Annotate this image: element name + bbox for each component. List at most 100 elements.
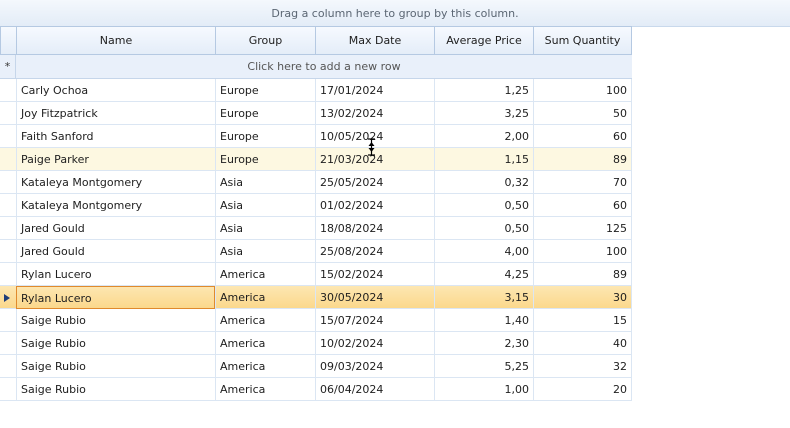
cell-max-date[interactable]: 09/03/2024 <box>315 355 434 378</box>
table-row[interactable]: Kataleya Montgomery Asia 25/05/2024 0,32 70 <box>0 171 632 194</box>
cell-average-price[interactable]: 4,25 <box>434 263 533 286</box>
cell-max-date[interactable]: 15/07/2024 <box>315 309 434 332</box>
row-indicator[interactable] <box>0 378 16 401</box>
row-indicator[interactable] <box>0 355 16 378</box>
cell-group[interactable]: Asia <box>215 194 315 217</box>
cell-name[interactable]: Kataleya Montgomery <box>16 194 215 217</box>
row-indicator[interactable] <box>0 240 16 263</box>
cell-group[interactable]: America <box>215 286 315 309</box>
cell-average-price[interactable]: 1,40 <box>434 309 533 332</box>
cell-group[interactable]: America <box>215 355 315 378</box>
cell-sum-quantity[interactable]: 89 <box>533 148 632 171</box>
row-indicator[interactable] <box>0 309 16 332</box>
table-row[interactable]: Saige Rubio America 09/03/2024 5,25 32 <box>0 355 632 378</box>
cell-average-price[interactable]: 2,30 <box>434 332 533 355</box>
cell-max-date[interactable]: 13/02/2024 <box>315 102 434 125</box>
cell-max-date[interactable]: 06/04/2024 <box>315 378 434 401</box>
cell-sum-quantity[interactable]: 100 <box>533 240 632 263</box>
table-row[interactable]: Paige Parker Europe 21/03/2024 1,15 89 <box>0 148 632 171</box>
row-indicator[interactable] <box>0 148 16 171</box>
table-row[interactable]: Saige Rubio America 06/04/2024 1,00 20 <box>0 378 632 401</box>
cell-sum-quantity[interactable]: 50 <box>533 102 632 125</box>
cell-sum-quantity[interactable]: 89 <box>533 263 632 286</box>
cell-max-date[interactable]: 25/08/2024 <box>315 240 434 263</box>
cell-sum-quantity[interactable]: 125 <box>533 217 632 240</box>
cell-max-date[interactable]: 15/02/2024 <box>315 263 434 286</box>
cell-average-price[interactable]: 2,00 <box>434 125 533 148</box>
row-indicator[interactable] <box>0 332 16 355</box>
cell-average-price[interactable]: 1,00 <box>434 378 533 401</box>
table-row[interactable]: Rylan Lucero America 30/05/2024 3,15 30 <box>0 286 632 309</box>
cell-sum-quantity[interactable]: 30 <box>533 286 632 309</box>
cell-sum-quantity[interactable]: 32 <box>533 355 632 378</box>
table-row[interactable]: Jared Gould Asia 18/08/2024 0,50 125 <box>0 217 632 240</box>
cell-average-price[interactable]: 3,25 <box>434 102 533 125</box>
cell-group[interactable]: America <box>215 332 315 355</box>
cell-name[interactable]: Saige Rubio <box>16 355 215 378</box>
cell-name[interactable]: Jared Gould <box>16 240 215 263</box>
table-row[interactable]: Jared Gould Asia 25/08/2024 4,00 100 <box>0 240 632 263</box>
cell-max-date[interactable]: 10/02/2024 <box>315 332 434 355</box>
cell-sum-quantity[interactable]: 15 <box>533 309 632 332</box>
cell-group[interactable]: Europe <box>215 79 315 102</box>
table-row[interactable]: Saige Rubio America 10/02/2024 2,30 40 <box>0 332 632 355</box>
table-row[interactable]: Kataleya Montgomery Asia 01/02/2024 0,50 60 <box>0 194 632 217</box>
cell-max-date[interactable]: 30/05/2024 <box>315 286 434 309</box>
cell-name[interactable]: Jared Gould <box>16 217 215 240</box>
cell-name[interactable]: Carly Ochoa <box>16 79 215 102</box>
column-header-sum-quantity[interactable]: Sum Quantity <box>533 26 632 54</box>
cell-sum-quantity[interactable]: 60 <box>533 194 632 217</box>
column-header-max-date[interactable]: Max Date <box>315 26 434 54</box>
cell-average-price[interactable]: 0,50 <box>434 194 533 217</box>
row-indicator[interactable] <box>0 102 16 125</box>
cell-group[interactable]: Asia <box>215 240 315 263</box>
row-indicator[interactable] <box>0 286 16 309</box>
row-indicator[interactable] <box>0 263 16 286</box>
cell-group[interactable]: Europe <box>215 125 315 148</box>
cell-group[interactable]: America <box>215 263 315 286</box>
cell-average-price[interactable]: 4,00 <box>434 240 533 263</box>
new-row-prompt[interactable]: Click here to add a new row <box>16 55 632 78</box>
cell-name[interactable]: Kataleya Montgomery <box>16 171 215 194</box>
cell-group[interactable]: Europe <box>215 102 315 125</box>
column-header-group[interactable]: Group <box>215 26 315 54</box>
cell-sum-quantity[interactable]: 60 <box>533 125 632 148</box>
row-indicator[interactable] <box>0 125 16 148</box>
cell-name[interactable]: Rylan Lucero <box>16 286 215 309</box>
column-header-average-price[interactable]: Average Price <box>434 26 533 54</box>
group-by-panel[interactable]: Drag a column here to group by this colu… <box>0 0 790 27</box>
cell-max-date[interactable]: 01/02/2024 <box>315 194 434 217</box>
row-indicator[interactable] <box>0 79 16 102</box>
row-indicator[interactable] <box>0 171 16 194</box>
cell-name[interactable]: Paige Parker <box>16 148 215 171</box>
cell-average-price[interactable]: 3,15 <box>434 286 533 309</box>
cell-average-price[interactable]: 1,15 <box>434 148 533 171</box>
cell-name[interactable]: Saige Rubio <box>16 309 215 332</box>
column-header-name[interactable]: Name <box>16 26 215 54</box>
cell-name[interactable]: Saige Rubio <box>16 378 215 401</box>
cell-average-price[interactable]: 5,25 <box>434 355 533 378</box>
cell-group[interactable]: Asia <box>215 217 315 240</box>
cell-sum-quantity[interactable]: 70 <box>533 171 632 194</box>
cell-group[interactable]: America <box>215 378 315 401</box>
cell-group[interactable]: Europe <box>215 148 315 171</box>
cell-sum-quantity[interactable]: 20 <box>533 378 632 401</box>
cell-group[interactable]: Asia <box>215 171 315 194</box>
cell-name[interactable]: Rylan Lucero <box>16 263 215 286</box>
cell-sum-quantity[interactable]: 100 <box>533 79 632 102</box>
cell-average-price[interactable]: 0,50 <box>434 217 533 240</box>
table-row[interactable]: Joy Fitzpatrick Europe 13/02/2024 3,25 50 <box>0 102 632 125</box>
row-indicator[interactable] <box>0 194 16 217</box>
cell-name[interactable]: Joy Fitzpatrick <box>16 102 215 125</box>
row-indicator[interactable] <box>0 217 16 240</box>
table-row[interactable]: Rylan Lucero America 15/02/2024 4,25 89 <box>0 263 632 286</box>
table-row[interactable]: Faith Sanford Europe 10/05/2024 2,00 60 <box>0 125 632 148</box>
cell-average-price[interactable]: 0,32 <box>434 171 533 194</box>
cell-max-date[interactable]: 18/08/2024 <box>315 217 434 240</box>
new-row[interactable]: * Click here to add a new row <box>0 55 632 79</box>
table-row[interactable]: Saige Rubio America 15/07/2024 1,40 15 <box>0 309 632 332</box>
cell-group[interactable]: America <box>215 309 315 332</box>
table-row[interactable]: Carly Ochoa Europe 17/01/2024 1,25 100 <box>0 79 632 102</box>
cell-sum-quantity[interactable]: 40 <box>533 332 632 355</box>
cell-max-date[interactable]: 17/01/2024 <box>315 79 434 102</box>
